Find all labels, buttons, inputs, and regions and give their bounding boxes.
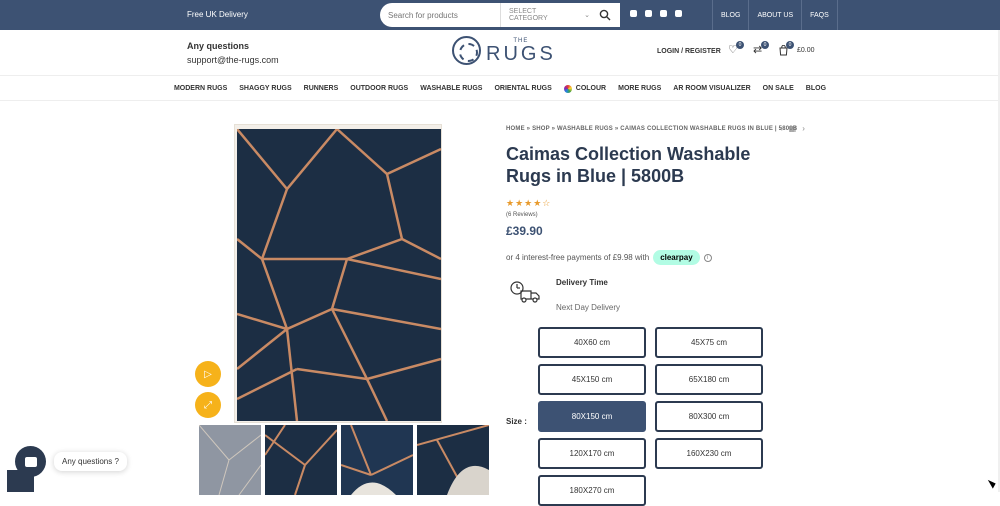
rug-image [237, 129, 441, 421]
header-icons: ♡ 0 ⇄ 0 0 £0.00 [728, 41, 815, 56]
colour-wheel-icon [563, 84, 572, 93]
facebook-icon[interactable] [630, 10, 637, 17]
size-option[interactable]: 40X60 cm [538, 327, 646, 358]
nav-ar-visualizer[interactable]: AR ROOM VISUALIZER [667, 77, 756, 100]
corner-image [7, 470, 34, 492]
size-option[interactable]: 45X75 cm [655, 327, 763, 358]
wishlist-button[interactable]: ♡ 0 [728, 41, 744, 56]
compare-count-badge: 0 [761, 41, 769, 49]
nav-on-sale[interactable]: ON SALE [757, 77, 800, 100]
product-title: Caimas Collection Washable Rugs in Blue … [506, 144, 751, 186]
size-option[interactable]: 80X300 cm [655, 401, 763, 432]
nav-blog[interactable]: BLOG [800, 77, 832, 100]
mouse-cursor-icon [987, 477, 998, 489]
search-icon [599, 9, 611, 21]
promo-text: Free UK Delivery [187, 10, 248, 19]
instagram-icon[interactable] [645, 10, 652, 17]
info-icon[interactable]: i [703, 253, 712, 262]
thumbnail[interactable] [341, 425, 413, 495]
enlarge-image-button[interactable]: ⤢ [195, 392, 221, 418]
play-video-button[interactable]: ▷ [195, 361, 221, 387]
wishlist-count-badge: 0 [736, 41, 744, 49]
category-select-label: SELECT CATEGORY [509, 8, 548, 22]
thumbnail-strip [199, 425, 489, 495]
thumbnail-image [417, 425, 489, 495]
nav-runners[interactable]: RUNNERS [298, 77, 345, 100]
questions-title: Any questions [187, 41, 250, 51]
thumbnail-image [341, 425, 413, 495]
size-option[interactable]: 180X270 cm [538, 475, 646, 506]
top-link-about[interactable]: ABOUT US [748, 0, 801, 30]
pinterest-icon[interactable] [675, 10, 682, 17]
nav-more-rugs[interactable]: MORE RUGS [612, 77, 667, 100]
prev-product-icon[interactable]: ‹ [780, 124, 783, 133]
thumbnail[interactable] [199, 425, 261, 495]
compare-button[interactable]: ⇄ 0 [753, 41, 769, 56]
chat-icon [24, 456, 37, 467]
size-option[interactable]: 65X180 cm [655, 364, 763, 395]
rating-stars: ★★★★☆ [506, 198, 552, 208]
search-button[interactable] [590, 3, 620, 27]
next-product-icon[interactable]: › [802, 124, 805, 133]
clearpay-badge[interactable]: clearpay [653, 250, 700, 265]
nav-oriental-rugs[interactable]: ORIENTAL RUGS [488, 77, 557, 100]
product-price: £39.90 [506, 224, 543, 238]
breadcrumb[interactable]: HOME » SHOP » WASHABLE RUGS » CAIMAS COL… [506, 126, 797, 132]
logo-text: RUGS [486, 42, 556, 65]
thumbnail-image [199, 425, 261, 495]
clearpay-info: or 4 interest-free payments of £9.98 wit… [506, 250, 712, 265]
site-header: Any questions support@the-rugs.com THE R… [0, 30, 1000, 76]
delivery-subtitle: Next Day Delivery [556, 303, 621, 312]
cart-count-badge: 0 [786, 41, 794, 49]
size-options: 40X60 cm 45X75 cm 45X150 cm 65X180 cm 80… [538, 327, 764, 506]
top-link-blog[interactable]: BLOG [712, 0, 748, 30]
thumbnail[interactable] [265, 425, 337, 495]
social-links [630, 10, 682, 17]
thumbnail-image [265, 425, 337, 495]
search-form: SELECT CATEGORY ⌄ [380, 3, 620, 27]
main-nav: MODERN RUGS SHAGGY RUGS RUNNERS OUTDOOR … [0, 77, 1000, 101]
clearpay-text: or 4 interest-free payments of £9.98 wit… [506, 253, 650, 262]
site-logo[interactable]: THE RUGS [452, 36, 556, 65]
support-email-link[interactable]: support@the-rugs.com [187, 55, 279, 65]
size-option-selected[interactable]: 80X150 cm [538, 401, 646, 432]
delivery-truck-icon [510, 281, 540, 303]
size-option[interactable]: 45X150 cm [538, 364, 646, 395]
chat-bubble[interactable]: Any questions ? [54, 452, 127, 471]
size-option[interactable]: 120X170 cm [538, 438, 646, 469]
logo-mark-icon [452, 36, 481, 65]
youtube-icon[interactable] [660, 10, 667, 17]
product-navigation: ‹ ▦ › [780, 124, 805, 133]
product-main-image[interactable] [234, 124, 442, 423]
cart-button[interactable]: 0 [778, 41, 794, 56]
cart-total[interactable]: £0.00 [797, 47, 815, 54]
login-register-link[interactable]: LOGIN / REGISTER [657, 48, 721, 55]
nav-colour-label: COLOUR [575, 85, 607, 92]
grid-icon[interactable]: ▦ [789, 124, 797, 133]
top-bar: Free UK Delivery SELECT CATEGORY ⌄ BLOG … [0, 0, 1000, 30]
size-label: Size : [506, 417, 527, 426]
nav-outdoor-rugs[interactable]: OUTDOOR RUGS [344, 77, 414, 100]
search-input[interactable] [380, 3, 500, 27]
nav-washable-rugs[interactable]: WASHABLE RUGS [414, 77, 488, 100]
size-option[interactable]: 160X230 cm [655, 438, 763, 469]
reviews-link[interactable]: (6 Reviews) [506, 212, 538, 218]
delivery-title: Delivery Time [556, 278, 608, 287]
nav-colour[interactable]: COLOUR [558, 77, 612, 100]
thumbnail[interactable] [417, 425, 489, 495]
expand-icon: ⤢ [204, 399, 212, 411]
nav-modern-rugs[interactable]: MODERN RUGS [168, 77, 233, 100]
top-links: BLOG ABOUT US FAQS [712, 0, 838, 30]
play-icon: ▷ [204, 368, 212, 380]
category-select[interactable]: SELECT CATEGORY ⌄ [500, 3, 590, 27]
top-link-faqs[interactable]: FAQS [801, 0, 838, 30]
nav-shaggy-rugs[interactable]: SHAGGY RUGS [233, 77, 297, 100]
